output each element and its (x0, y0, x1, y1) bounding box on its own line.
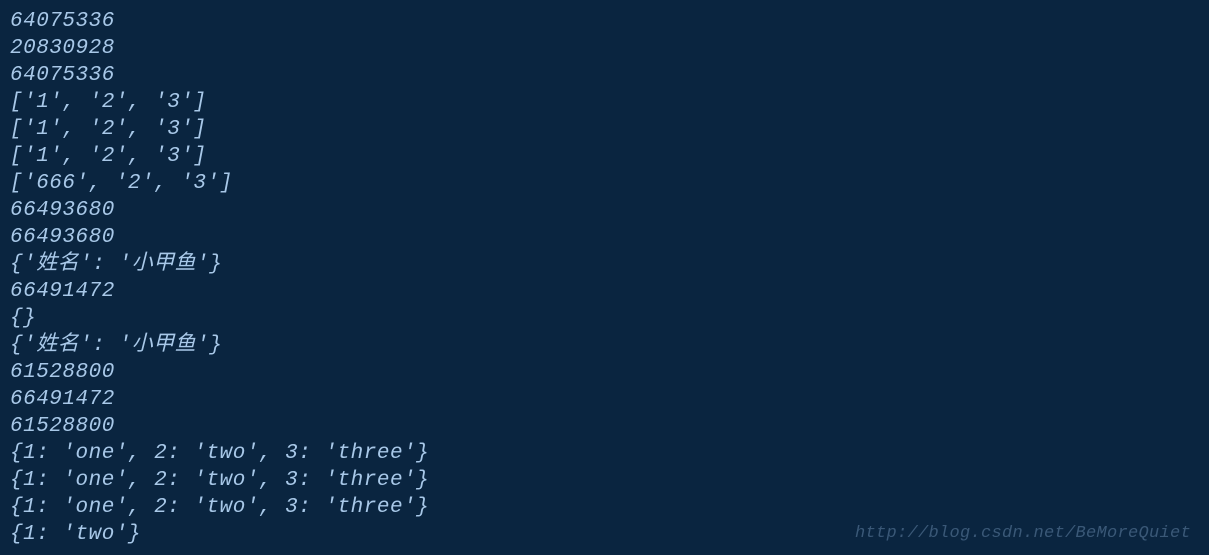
watermark-text: http://blog.csdn.net/BeMoreQuiet (855, 524, 1191, 543)
output-line: ['1', '2', '3'] (10, 143, 1199, 170)
output-line: 66493680 (10, 224, 1199, 251)
output-line: {'姓名': '小甲鱼'} (10, 251, 1199, 278)
output-line: 61528800 (10, 359, 1199, 386)
output-line: 66493680 (10, 197, 1199, 224)
output-line: ['1', '2', '3'] (10, 89, 1199, 116)
console-output: 64075336 20830928 64075336 ['1', '2', '3… (10, 8, 1199, 548)
output-line: {'姓名': '小甲鱼'} (10, 332, 1199, 359)
output-line: {1: 'one', 2: 'two', 3: 'three'} (10, 494, 1199, 521)
output-line: 64075336 (10, 62, 1199, 89)
output-line: {1: 'one', 2: 'two', 3: 'three'} (10, 467, 1199, 494)
output-line: 66491472 (10, 386, 1199, 413)
output-line: 20830928 (10, 35, 1199, 62)
output-line: ['666', '2', '3'] (10, 170, 1199, 197)
output-line: {} (10, 305, 1199, 332)
output-line: {1: 'one', 2: 'two', 3: 'three'} (10, 440, 1199, 467)
output-line: 66491472 (10, 278, 1199, 305)
output-line: ['1', '2', '3'] (10, 116, 1199, 143)
output-line: 64075336 (10, 8, 1199, 35)
output-line: 61528800 (10, 413, 1199, 440)
